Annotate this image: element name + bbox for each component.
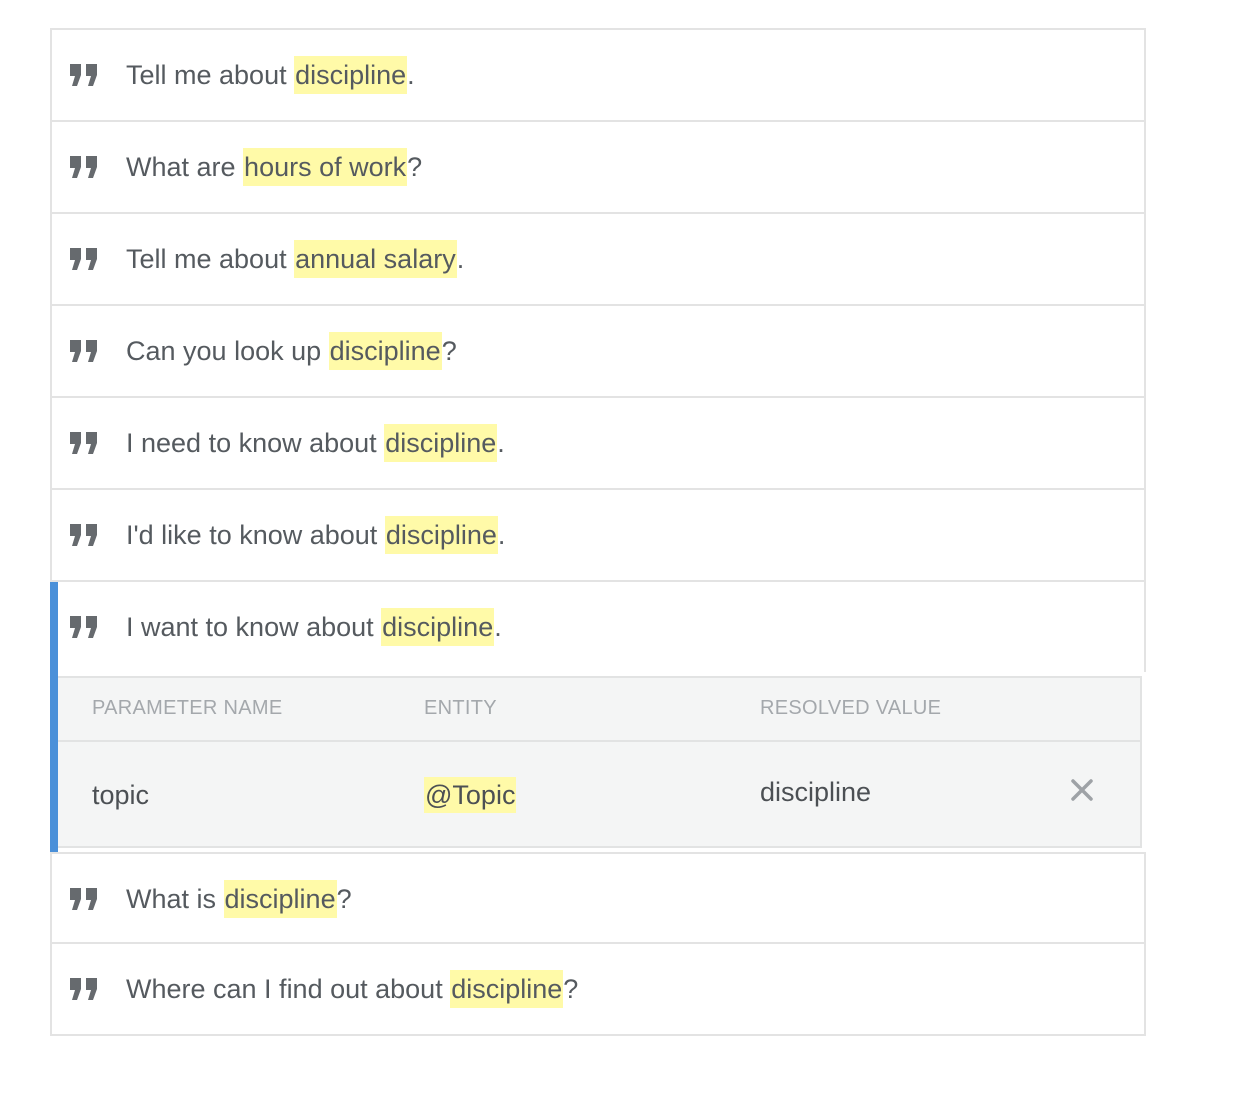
entity-highlight[interactable]: discipline — [450, 970, 564, 1008]
parameter-row: topic @Topic discipline — [58, 742, 1140, 848]
quote-icon — [70, 340, 97, 362]
phrase-text-after: ? — [336, 884, 352, 914]
parameter-table-header: PARAMETER NAME ENTITY RESOLVED VALUE — [58, 678, 1140, 742]
entity-highlight[interactable]: hours of work — [243, 148, 408, 186]
phrase-text-before: I need to know about — [126, 428, 385, 458]
parameter-entity-value[interactable]: @Topic — [424, 742, 517, 848]
parameter-name-value[interactable]: topic — [92, 742, 149, 848]
phrase-row[interactable]: I need to know about discipline. — [50, 398, 1146, 490]
entity-highlight[interactable]: annual salary — [294, 240, 457, 278]
entity-highlight[interactable]: discipline — [294, 56, 408, 94]
phrase-text-before: Can you look up — [126, 336, 329, 366]
parameter-panel: PARAMETER NAME ENTITY RESOLVED VALUE top… — [50, 672, 1146, 852]
phrase-row[interactable]: Tell me about annual salary. — [50, 214, 1146, 306]
phrase-row-selected[interactable]: I want to know about discipline. — [50, 582, 1146, 674]
phrase-row[interactable]: What is discipline? — [50, 852, 1146, 944]
phrase-text[interactable]: Tell me about discipline. — [126, 30, 415, 120]
entity-highlight[interactable]: discipline — [384, 424, 498, 462]
training-phrase-list: Tell me about discipline. What are hours… — [50, 28, 1146, 1036]
phrase-text-after: . — [497, 520, 506, 550]
entity-highlight[interactable]: discipline — [223, 880, 337, 918]
phrase-text-before: Tell me about — [126, 244, 295, 274]
entity-chip[interactable]: @Topic — [424, 777, 517, 813]
quote-icon — [70, 978, 97, 1000]
phrase-row[interactable]: What are hours of work? — [50, 122, 1146, 214]
phrase-text[interactable]: Can you look up discipline? — [126, 306, 457, 396]
phrase-list-continued: What is discipline? Where can I find out… — [50, 852, 1146, 1036]
phrase-text-before: I'd like to know about — [126, 520, 385, 550]
header-parameter-name: PARAMETER NAME — [92, 697, 283, 719]
quote-icon — [70, 888, 97, 910]
phrase-row[interactable]: Tell me about discipline. — [50, 30, 1146, 122]
quote-icon — [70, 616, 97, 638]
quote-icon — [70, 432, 97, 454]
phrase-text-after: ? — [441, 336, 457, 366]
header-entity: ENTITY — [424, 697, 497, 719]
phrase-text-before: I want to know about — [126, 612, 382, 642]
quote-icon — [70, 524, 97, 546]
quote-icon — [70, 64, 97, 86]
entity-highlight[interactable]: discipline — [384, 516, 498, 554]
phrase-text-after: . — [407, 60, 415, 90]
parameter-resolved-value[interactable]: discipline — [760, 739, 871, 845]
phrase-text-after: . — [456, 244, 465, 274]
phrase-text-after: . — [494, 612, 502, 642]
phrase-text[interactable]: What is discipline? — [126, 854, 352, 944]
phrase-row[interactable]: I'd like to know about discipline. — [50, 490, 1146, 582]
close-icon[interactable] — [1070, 778, 1094, 802]
phrase-text[interactable]: I'd like to know about discipline. — [126, 490, 505, 580]
quote-icon — [70, 156, 97, 178]
phrase-text[interactable]: Where can I find out about discipline? — [126, 944, 578, 1034]
entity-highlight[interactable]: discipline — [381, 608, 495, 646]
header-resolved-value: RESOLVED VALUE — [760, 697, 942, 719]
phrase-text-after: ? — [407, 152, 423, 182]
phrase-text-before: Tell me about — [126, 60, 295, 90]
phrase-row[interactable]: Can you look up discipline? — [50, 306, 1146, 398]
quote-icon — [70, 248, 97, 270]
phrase-text[interactable]: What are hours of work? — [126, 122, 422, 212]
parameter-table: PARAMETER NAME ENTITY RESOLVED VALUE top… — [58, 676, 1142, 848]
phrase-row[interactable]: Where can I find out about discipline? — [50, 944, 1146, 1036]
phrase-text-before: What is — [126, 884, 224, 914]
phrase-text[interactable]: Tell me about annual salary. — [126, 214, 464, 304]
phrase-text-before: Where can I find out about — [126, 974, 451, 1004]
phrase-text[interactable]: I want to know about discipline. — [126, 582, 502, 672]
phrase-text-after: . — [497, 428, 505, 458]
phrase-text[interactable]: I need to know about discipline. — [126, 398, 505, 488]
phrase-text-before: What are — [126, 152, 244, 182]
phrase-text-after: ? — [563, 974, 579, 1004]
entity-highlight[interactable]: discipline — [328, 332, 442, 370]
